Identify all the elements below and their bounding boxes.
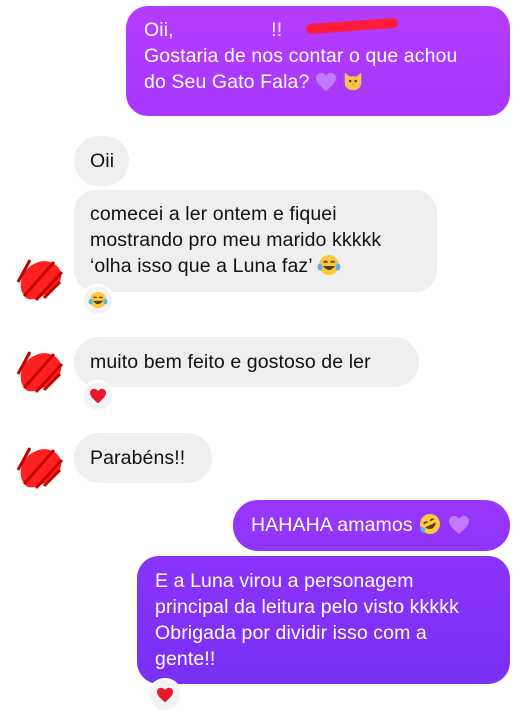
message-text: Oii	[90, 150, 115, 172]
cat-face-icon	[345, 72, 362, 91]
message-bubble-outgoing[interactable]: Oii, !! Gostaria de nos contar o que ach…	[126, 6, 510, 116]
tears-of-joy-icon	[317, 255, 341, 275]
message-bubble-incoming[interactable]: muito bem feito e gostoso de ler	[74, 337, 419, 387]
message-bubble-incoming[interactable]: Oii	[74, 136, 129, 186]
message-text: muito bem feito e gostoso de ler	[90, 351, 371, 373]
message-bubble-incoming[interactable]: comecei a ler ontem e fiquei mostrando p…	[74, 190, 437, 292]
message-text: E a Luna virou a personagem	[155, 570, 414, 592]
message-bubble-incoming[interactable]: Parabéns!!	[74, 433, 212, 483]
message-text: ‘olha isso que a Luna faz’	[90, 255, 312, 277]
reaction-badge[interactable]	[82, 284, 114, 316]
message-bubble-outgoing[interactable]: HAHAHA amamos	[233, 500, 510, 551]
message-text: principal da leitura pelo visto kkkkk	[155, 596, 459, 618]
message-text: Obrigada por dividir isso com a	[155, 622, 427, 644]
message-text-exclaim: !!	[271, 19, 283, 41]
red-heart-icon	[157, 687, 173, 703]
message-text: Parabéns!!	[90, 447, 186, 469]
message-text: do Seu Gato Fala?	[144, 71, 310, 93]
reaction-badge[interactable]	[82, 380, 114, 412]
message-text: mostrando pro meu marido kkkkk	[90, 229, 382, 251]
rolling-laughing-icon	[420, 514, 441, 534]
message-text: Oii,	[144, 19, 180, 41]
avatar	[16, 351, 64, 394]
message-text: gente!!	[155, 648, 216, 670]
avatar	[16, 447, 64, 490]
reaction-badge[interactable]	[148, 678, 182, 712]
purple-heart-icon	[448, 515, 469, 535]
message-text: comecei a ler ontem e fiquei	[90, 203, 337, 225]
red-heart-icon	[90, 388, 106, 404]
purple-heart-icon	[315, 72, 336, 92]
message-text: Gostaria de nos contar o que achou	[144, 45, 458, 67]
message-bubble-outgoing[interactable]: E a Luna virou a personagem principal da…	[137, 556, 510, 684]
message-text: HAHAHA amamos	[251, 514, 413, 536]
tears-of-joy-icon	[88, 291, 108, 309]
avatar	[16, 259, 64, 302]
